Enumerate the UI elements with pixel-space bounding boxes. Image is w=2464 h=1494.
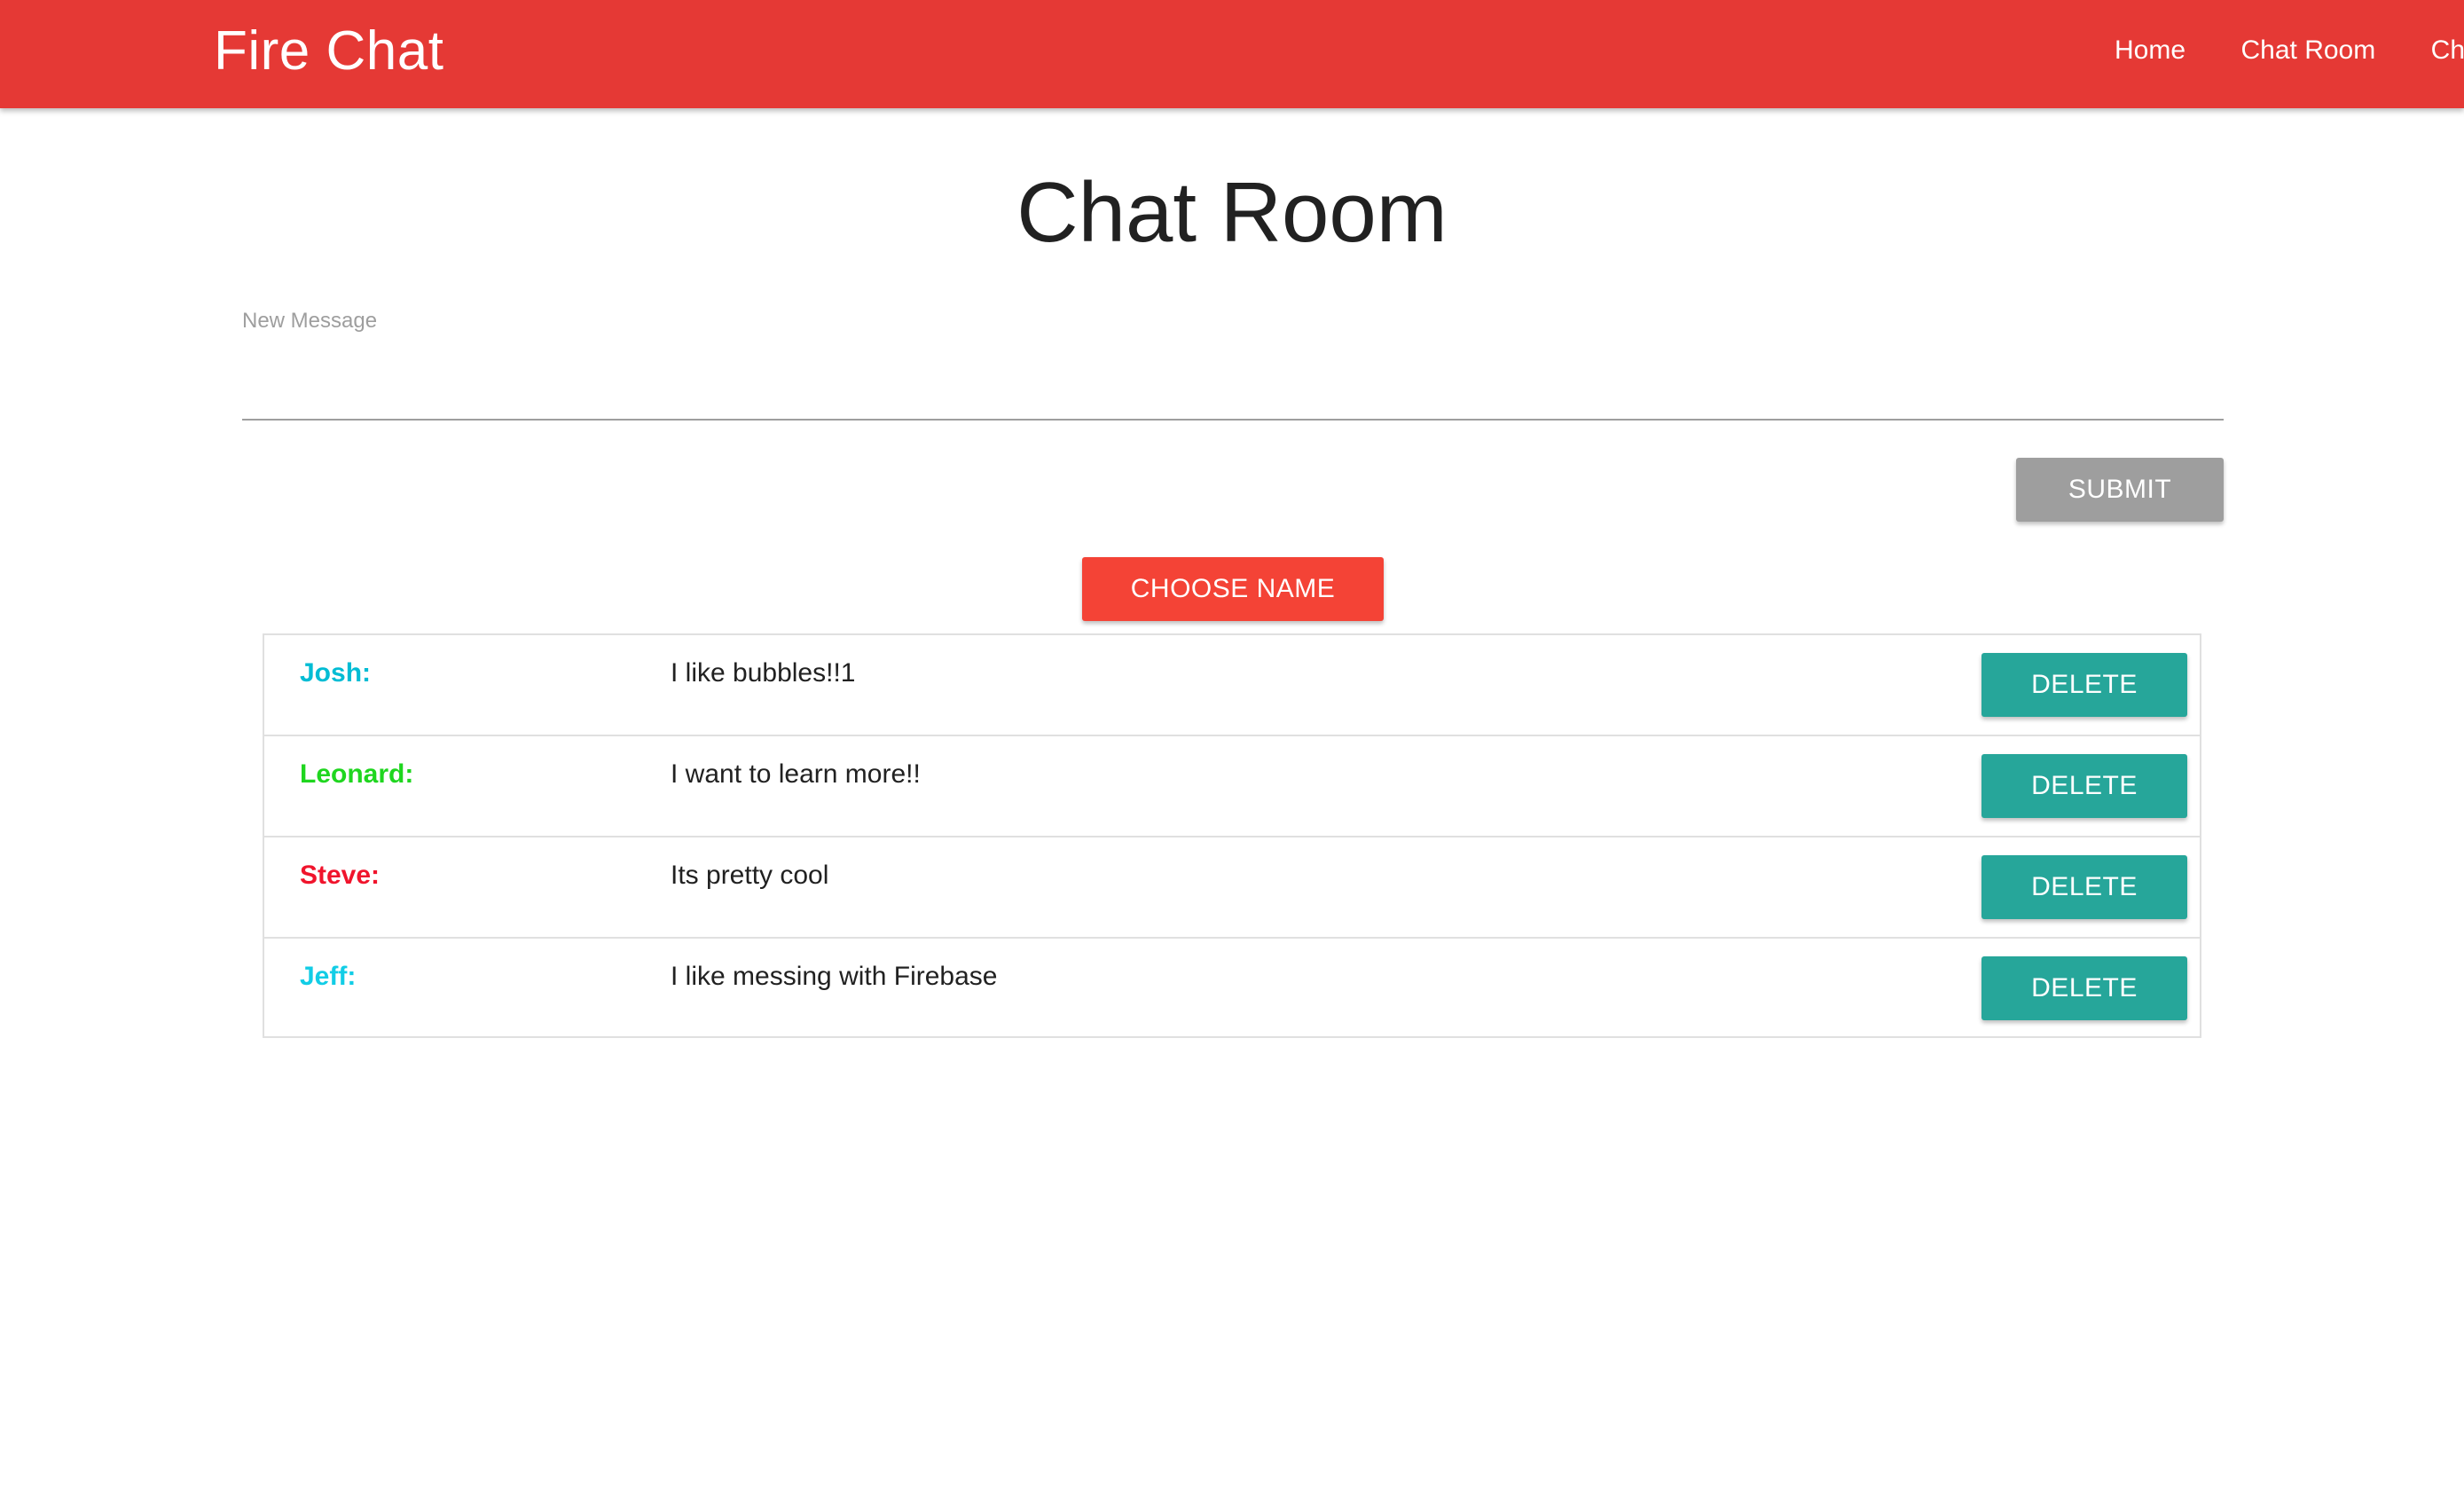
message-text: Its pretty cool: [671, 861, 829, 890]
message-row: Steve: Its pretty cool DELETE: [264, 837, 2200, 939]
nav-link-home[interactable]: Home: [2115, 0, 2185, 101]
message-author: Steve:: [300, 861, 381, 890]
message-text: I like bubbles!!1: [671, 658, 856, 688]
delete-button[interactable]: DELETE: [1981, 754, 2187, 818]
message-text: I like messing with Firebase: [671, 962, 998, 991]
message-list: Josh: I like bubbles!!1 DELETE Leonard: …: [263, 633, 2201, 1038]
message-text: I want to learn more!!: [671, 759, 921, 789]
nav-link-chat-truncated[interactable]: Cha: [2431, 0, 2464, 101]
message-author: Jeff:: [300, 962, 357, 991]
choose-name-button[interactable]: CHOOSE NAME: [1082, 557, 1384, 621]
nav-link-chat-room[interactable]: Chat Room: [2240, 0, 2375, 101]
top-navbar: Fire Chat Home Chat Room Cha: [0, 0, 2464, 108]
message-author: Josh:: [300, 658, 372, 688]
message-row: Leonard: I want to learn more!! DELETE: [264, 736, 2200, 837]
submit-button[interactable]: SUBMIT: [2016, 458, 2224, 522]
message-row: Jeff: I like messing with Firebase DELET…: [264, 939, 2200, 1040]
delete-button[interactable]: DELETE: [1981, 855, 2187, 919]
delete-button[interactable]: DELETE: [1981, 956, 2187, 1020]
page-title: Chat Room: [1016, 165, 1448, 260]
delete-button[interactable]: DELETE: [1981, 653, 2187, 717]
message-row: Josh: I like bubbles!!1 DELETE: [264, 635, 2200, 736]
message-author: Leonard:: [300, 759, 414, 789]
nav-links: Home Chat Room Cha: [2084, 0, 2464, 108]
brand-logo[interactable]: Fire Chat: [214, 16, 443, 87]
new-message-input[interactable]: [242, 346, 2224, 421]
new-message-label: New Message: [242, 309, 378, 333]
